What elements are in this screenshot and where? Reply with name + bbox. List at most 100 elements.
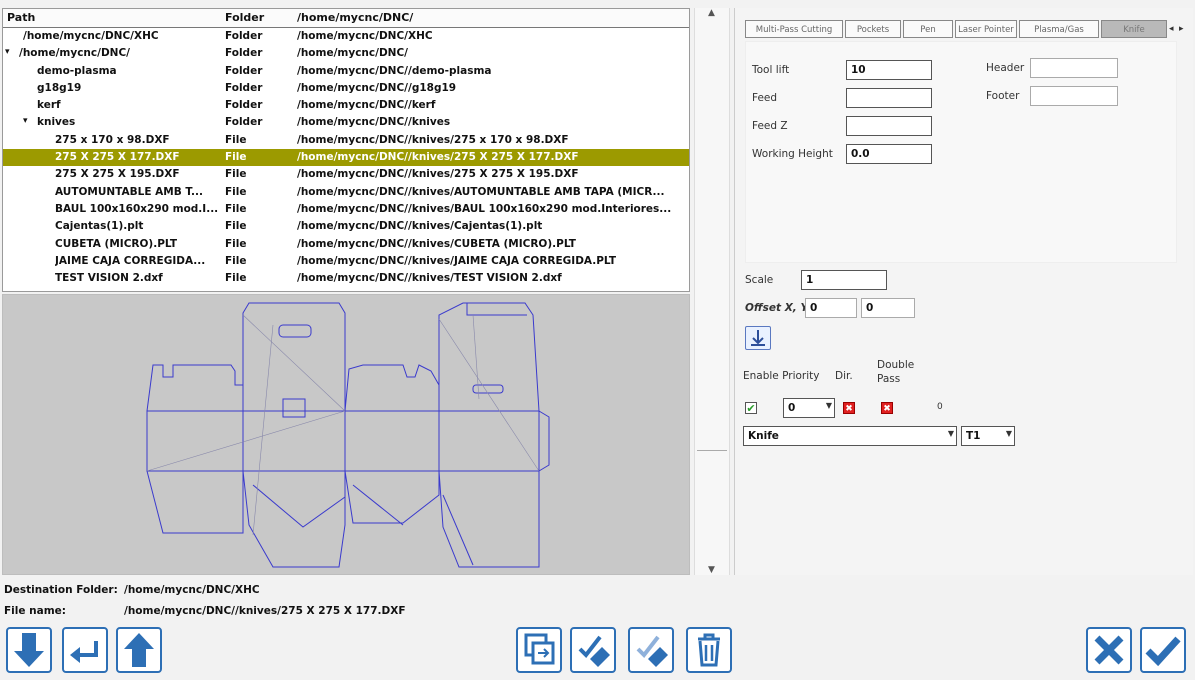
file-name-value: /home/mycnc/DNC//knives/275 X 275 X 177.… xyxy=(124,605,406,617)
file-row[interactable]: BAUL 100x160x290 mod.I... File/home/mycnc… xyxy=(3,201,689,218)
check-erase-icon xyxy=(578,635,610,667)
tab-pockets[interactable]: Pockets xyxy=(845,20,901,38)
file-row[interactable]: 275 x 170 x 98.DXF File/home/mycnc/DNC//k… xyxy=(3,132,689,149)
expand-arrow-icon[interactable]: ▾ xyxy=(23,116,28,126)
dropdown-arrow-icon: ▼ xyxy=(825,401,832,410)
row-path: /home/mycnc/DNC/XHC xyxy=(297,30,433,42)
row-path: /home/mycnc/DNC//knives/CUBETA (MICRO).P… xyxy=(297,237,576,250)
folder-row[interactable]: g18g19 Folder/home/mycnc/DNC//g18g19 xyxy=(3,80,689,97)
scale-label: Scale xyxy=(745,274,774,286)
file-row[interactable]: JAIME CAJA CORREGIDA... File/home/mycnc/D… xyxy=(3,253,689,270)
tool-number-select[interactable]: T1 ▼ xyxy=(961,426,1015,446)
working-height-input[interactable]: 0.0 xyxy=(846,144,932,164)
double-pass-checkbox[interactable]: ✖ xyxy=(881,402,893,414)
file-tree[interactable]: Path Folder /home/mycnc/DNC/ /home/mycnc… xyxy=(2,8,690,292)
trash-icon xyxy=(698,633,720,667)
row-path: /home/mycnc/DNC/ xyxy=(297,47,409,60)
tool-select-value: Knife xyxy=(748,430,779,442)
close-icon xyxy=(1094,635,1124,665)
scroll-up-icon[interactable]: ▲ xyxy=(708,8,715,18)
move-origin-button[interactable] xyxy=(745,326,771,350)
row-type: Folder xyxy=(225,99,263,112)
row-type: File xyxy=(225,151,247,164)
scroll-thumb[interactable] xyxy=(697,22,727,451)
copy-button[interactable] xyxy=(516,627,562,673)
eraser-icon xyxy=(636,635,668,667)
offset-label: Offset X, Y xyxy=(745,302,809,314)
file-name-label: File name: xyxy=(4,605,66,617)
row-type: File xyxy=(225,168,247,181)
dir-label: Dir. xyxy=(835,370,853,382)
row-path: /home/mycnc/DNC//kerf xyxy=(297,99,436,112)
row-type: File xyxy=(225,185,247,198)
tab-laser-pointer[interactable]: Laser Pointer xyxy=(955,20,1017,38)
checkmark-icon xyxy=(1145,636,1181,667)
destination-value: /home/mycnc/DNC/XHC xyxy=(124,584,260,596)
scale-input[interactable]: 1 xyxy=(801,270,887,290)
drawing-preview[interactable] xyxy=(2,294,690,575)
feed-z-label: Feed Z xyxy=(752,120,788,132)
tab-plasma-gas[interactable]: Plasma/Gas xyxy=(1019,20,1099,38)
row-type: File xyxy=(225,272,247,285)
feed-input[interactable] xyxy=(846,88,932,108)
move-down-button[interactable] xyxy=(6,627,52,673)
feed-z-input[interactable] xyxy=(846,116,932,136)
dropdown-arrow-icon: ▼ xyxy=(1005,429,1012,438)
vertical-scrollbar[interactable]: ▲ ▼ xyxy=(694,8,730,575)
header-full-path[interactable]: /home/mycnc/DNC/ xyxy=(297,11,413,24)
tab-scroll-right-icon[interactable]: ▸ xyxy=(1179,20,1189,38)
file-row[interactable]: CUBETA (MICRO).PLT File/home/mycnc/DNC//k… xyxy=(3,236,689,253)
move-up-button[interactable] xyxy=(116,627,162,673)
row-path: /home/mycnc/DNC//knives/TEST VISION 2.dx… xyxy=(297,272,562,285)
file-row[interactable]: 275 X 275 X 177.DXF File/home/mycnc/DNC//… xyxy=(3,149,689,167)
tab-pen[interactable]: Pen xyxy=(903,20,953,38)
folder-row[interactable]: ▾ knives Folder/home/mycnc/DNC//knives xyxy=(3,114,689,131)
enable-checkbox[interactable]: ✔ xyxy=(745,402,757,415)
origin-icon xyxy=(751,330,765,346)
folder-row[interactable]: demo-plasma Folder/home/mycnc/DNC//demo-p… xyxy=(3,63,689,80)
row-name: kerf xyxy=(37,99,61,112)
tab-knife[interactable]: Knife xyxy=(1101,20,1167,38)
folder-row[interactable]: ▾ /home/mycnc/DNC/Folder/home/mycnc/DNC/ xyxy=(3,45,689,62)
tool-select[interactable]: Knife ▼ xyxy=(743,426,957,446)
offset-x-input[interactable]: 0 xyxy=(805,298,857,318)
dir-checkbox[interactable]: ✖ xyxy=(843,402,855,414)
check-select-button[interactable] xyxy=(570,627,616,673)
expand-arrow-icon[interactable]: ▾ xyxy=(5,47,10,57)
row-name: demo-plasma xyxy=(37,64,117,77)
offset-y-input[interactable]: 0 xyxy=(861,298,915,318)
cancel-button[interactable] xyxy=(1086,627,1132,673)
file-row[interactable]: 275 X 275 X 195.DXF File/home/mycnc/DNC//… xyxy=(3,166,689,183)
scroll-down-icon[interactable]: ▼ xyxy=(708,565,715,575)
uncheck-button[interactable] xyxy=(628,627,674,673)
header-path[interactable]: Path xyxy=(7,11,35,24)
enter-icon xyxy=(70,641,98,663)
tab-scroll-left-icon[interactable]: ◂ xyxy=(1169,20,1179,38)
footer-label: Footer xyxy=(986,90,1020,102)
header-input[interactable] xyxy=(1030,58,1118,78)
delete-button[interactable] xyxy=(686,627,732,673)
header-folder[interactable]: Folder xyxy=(225,11,264,24)
tool-lift-input[interactable]: 10 xyxy=(846,60,932,80)
ok-button[interactable] xyxy=(1140,627,1186,673)
row-type: Folder xyxy=(225,116,263,129)
folder-row[interactable]: /home/mycnc/DNC/XHC Folder/home/mycnc/DNC… xyxy=(3,28,689,45)
arrow-up-icon xyxy=(124,633,154,667)
row-path: /home/mycnc/DNC//knives/275 X 275 X 195.… xyxy=(297,168,579,181)
row-path: /home/mycnc/DNC//knives/Cajentas(1).plt xyxy=(297,220,543,233)
box-die-drawing xyxy=(146,302,550,568)
feed-label: Feed xyxy=(752,92,778,104)
file-row[interactable]: Cajentas(1).plt File/home/mycnc/DNC//kniv… xyxy=(3,218,689,235)
row-path: /home/mycnc/DNC//knives/AUTOMUNTABLE AMB… xyxy=(297,185,665,198)
row-path: /home/mycnc/DNC//knives/JAIME CAJA CORRE… xyxy=(297,254,617,267)
row-name: /home/mycnc/DNC/ xyxy=(19,47,131,60)
footer-input[interactable] xyxy=(1030,86,1118,106)
priority-select[interactable]: 0 ▼ xyxy=(783,398,835,418)
file-row[interactable]: TEST VISION 2.dxf File/home/mycnc/DNC//kn… xyxy=(3,270,689,287)
pass-count: 0 xyxy=(937,402,943,412)
file-row[interactable]: AUTOMUNTABLE AMB T... File/home/mycnc/DNC… xyxy=(3,184,689,201)
folder-row[interactable]: kerf Folder/home/mycnc/DNC//kerf xyxy=(3,97,689,114)
tab-multi-pass[interactable]: Multi-Pass Cutting xyxy=(745,20,843,38)
row-type: Folder xyxy=(225,64,263,77)
enter-button[interactable] xyxy=(62,627,108,673)
